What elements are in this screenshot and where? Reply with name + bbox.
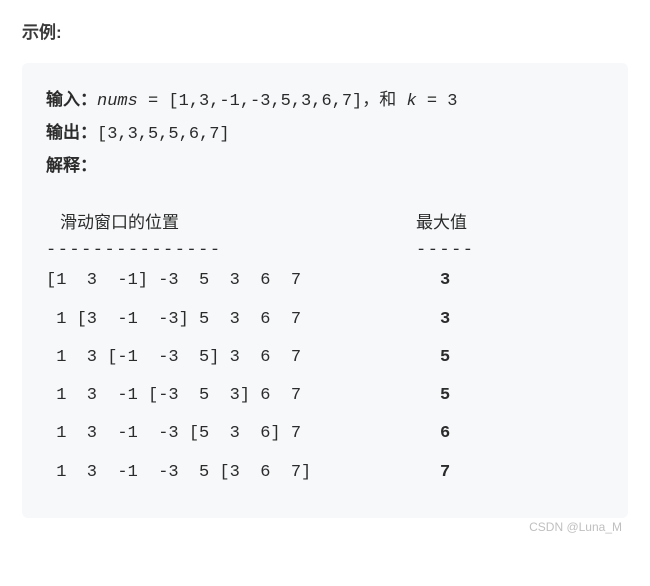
max-cell: 5 — [416, 339, 536, 377]
table-row: 1 3 -1 -3 5 [3 6 7]7 — [46, 454, 604, 492]
example-page: 示例: 输入：nums = [1,3,-1,-3,5,3,6,7]，和 k = … — [0, 0, 650, 544]
separator: ，和 — [362, 92, 406, 111]
max-cell: 7 — [416, 454, 536, 492]
equals: = — [417, 92, 448, 111]
var-nums: nums — [97, 92, 138, 111]
table-row: 1 3 -1 -3 [5 3 6] 76 — [46, 415, 604, 453]
window-cell: 1 3 -1 -3 5 [3 6 7] — [46, 454, 416, 492]
output-array: [3,3,5,5,6,7] — [97, 125, 230, 144]
divider-left: --------------- — [46, 239, 416, 263]
max-cell: 5 — [416, 377, 536, 415]
table-row: 1 [3 -1 -3] 5 3 6 73 — [46, 301, 604, 339]
window-cell: 1 [3 -1 -3] 5 3 6 7 — [46, 301, 416, 339]
explanation-table: 滑动窗口的位置最大值--------------------[1 3 -1] -… — [46, 206, 604, 492]
output-line: 输出：[3,3,5,5,6,7] — [46, 118, 604, 151]
max-cell: 3 — [416, 301, 536, 339]
watermark: CSDN @Luna_M — [22, 518, 628, 534]
table-row: 1 3 -1 [-3 5 3] 6 75 — [46, 377, 604, 415]
window-cell: 1 3 [-1 -3 5] 3 6 7 — [46, 339, 416, 377]
example-heading: 示例: — [22, 18, 628, 43]
max-value: 3 — [416, 271, 450, 290]
table-row: 1 3 [-1 -3 5] 3 6 75 — [46, 339, 604, 377]
input-label: 输入： — [46, 92, 97, 111]
equals: = — [138, 92, 169, 111]
max-cell: 6 — [416, 415, 536, 453]
window-cell: 1 3 -1 -3 [5 3 6] 7 — [46, 415, 416, 453]
k-value: 3 — [447, 92, 457, 111]
max-cell: 3 — [416, 262, 536, 300]
input-line: 输入：nums = [1,3,-1,-3,5,3,6,7]，和 k = 3 — [46, 85, 604, 118]
output-label: 输出： — [46, 125, 97, 144]
code-block: 输入：nums = [1,3,-1,-3,5,3,6,7]，和 k = 3输出：… — [22, 63, 628, 518]
max-value: 6 — [416, 424, 450, 443]
max-value: 5 — [416, 348, 450, 367]
explain-line: 解释： — [46, 151, 604, 184]
window-cell: 1 3 -1 [-3 5 3] 6 7 — [46, 377, 416, 415]
table-row: [1 3 -1] -3 5 3 6 73 — [46, 262, 604, 300]
input-array: [1,3,-1,-3,5,3,6,7] — [168, 92, 362, 111]
max-value: 3 — [416, 310, 450, 329]
table-divider: -------------------- — [46, 239, 604, 263]
explain-label: 解释： — [46, 158, 97, 177]
divider-right: ----- — [416, 239, 536, 263]
table-rows: [1 3 -1] -3 5 3 6 73 1 [3 -1 -3] 5 3 6 7… — [46, 262, 604, 492]
max-value: 7 — [416, 463, 450, 482]
max-value: 5 — [416, 386, 450, 405]
var-k: k — [406, 92, 416, 111]
window-cell: [1 3 -1] -3 5 3 6 7 — [46, 262, 416, 300]
